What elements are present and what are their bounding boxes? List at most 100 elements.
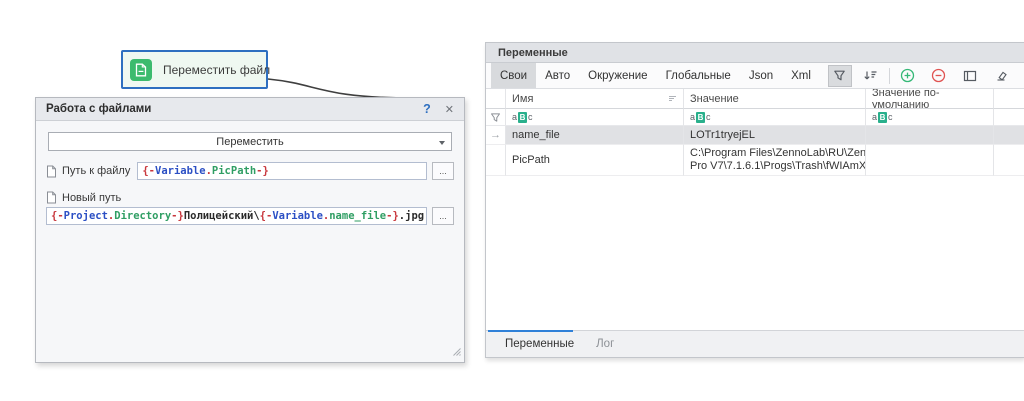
variable-row-PicPath[interactable]: PicPathC:\Program Files\ZennoLab\RU\Zenn… [486, 145, 1024, 176]
grid-header: Имя Значение Значение по-умолчанию [486, 89, 1024, 109]
path-segment: name_file [329, 210, 386, 222]
sort-button[interactable] [859, 65, 883, 87]
tab-xml[interactable]: Xml [782, 63, 820, 88]
value-filter-input[interactable]: aBc [684, 109, 866, 126]
bottom-tabs: ПеременныеЛог [494, 331, 625, 357]
row-filler [994, 126, 1024, 145]
text-filter-icon: aBc [872, 112, 893, 123]
help-button[interactable]: ? [423, 102, 431, 116]
path-segment: PicPath [212, 165, 256, 177]
column-header-name-label: Имя [512, 93, 533, 105]
tab-json[interactable]: Json [740, 63, 782, 88]
column-header-default[interactable]: Значение по-умолчанию [866, 89, 994, 109]
variable-row-name_file[interactable]: → name_file LOTr1tryejEL [486, 126, 1024, 145]
filter-button[interactable] [828, 65, 852, 87]
tab-avto[interactable]: Авто [536, 63, 579, 88]
dest-path-label-row: Новый путь [46, 191, 454, 204]
current-row-arrow-icon: → [490, 130, 501, 141]
screen: Переместить файл Работа с файлами ? ✕ Пе… [0, 0, 1024, 401]
name-filter-input[interactable]: aBc [506, 109, 684, 126]
value-line: C:\Program Files\ZennoLab\RU\ZennoPoster [690, 147, 866, 160]
variable-default-cell[interactable] [866, 145, 994, 176]
source-path-row: Путь к файлу {-Variable.PicPath-} ... [46, 162, 454, 180]
path-segment: -} [386, 210, 399, 222]
column-header-value[interactable]: Значение [684, 89, 866, 109]
path-segment: Directory [114, 210, 171, 222]
bottom-tab-log[interactable]: Лог [585, 331, 625, 357]
filter-row: aBc aBc aBc [486, 109, 1024, 126]
file-operations-dialog: Работа с файлами ? ✕ Переместить Путь к … [35, 97, 465, 363]
dialog-header[interactable]: Работа с файлами ? ✕ [36, 98, 464, 121]
resize-grip[interactable] [451, 346, 461, 359]
toolbar-separator [889, 68, 890, 84]
file-document-icon [130, 59, 152, 81]
value-line: Pro V7\7.1.6.1\Progs\Trash\fWIAmX-IUM8.j… [690, 160, 866, 173]
dest-path-label: Новый путь [62, 192, 121, 204]
dest-path-row: {-Project.Directory-}Полицейский\{-Varia… [46, 207, 454, 225]
action-dropdown[interactable]: Переместить [48, 132, 452, 151]
column-header-filler [994, 89, 1024, 109]
flow-node-label: Переместить файл [163, 63, 270, 77]
text-filter-icon: aBc [512, 112, 533, 123]
active-tab-indicator [488, 330, 573, 332]
close-button[interactable]: ✕ [445, 103, 454, 116]
dialog-body: Переместить Путь к файлу {-Variable.PicP… [36, 132, 464, 225]
path-segment: -} [256, 165, 269, 177]
path-segment: Variable [272, 210, 323, 222]
path-segment: -} [171, 210, 184, 222]
variable-value-cell[interactable]: LOTr1tryejEL [684, 126, 866, 145]
dest-path-input[interactable]: {-Project.Directory-}Полицейский\{-Varia… [46, 207, 427, 225]
path-segment: {- [260, 210, 273, 222]
plus-circle-icon [900, 68, 915, 83]
row-indicator-cell: → [486, 126, 506, 145]
variables-grid: Имя Значение Значение по-умолчанию aBc a… [486, 89, 1024, 330]
variable-name-cell[interactable]: PicPath [506, 145, 684, 176]
browse-dest-button[interactable]: ... [432, 207, 454, 225]
column-header-name[interactable]: Имя [506, 89, 684, 109]
action-dropdown-value: Переместить [49, 136, 451, 148]
path-segment: {- [51, 210, 64, 222]
path-segment: Project [64, 210, 108, 222]
tab-svoi[interactable]: Свои [491, 63, 536, 88]
chevron-down-icon [439, 141, 445, 145]
variables-panel: Переменные СвоиАвтоОкружениеГлобальныеJs… [485, 42, 1024, 358]
variable-default-cell[interactable] [866, 126, 994, 145]
sort-icon [863, 69, 878, 82]
row-filler [994, 145, 1024, 176]
path-segment: Полицейский\ [184, 210, 260, 222]
variables-panel-title: Переменные [486, 43, 1024, 63]
remove-variable-button[interactable] [927, 65, 951, 87]
bottom-tab-strip: ПеременныеЛог [486, 330, 1024, 357]
bottom-tab-variables[interactable]: Переменные [494, 331, 585, 357]
browse-source-button[interactable]: ... [432, 162, 454, 180]
clear-button[interactable] [989, 65, 1013, 87]
path-segment: {- [142, 165, 155, 177]
path-segment: .jpg [399, 210, 424, 222]
filter-funnel-icon [486, 109, 506, 126]
file-icon [46, 165, 57, 178]
filter-filler [994, 109, 1024, 126]
add-variable-button[interactable] [896, 65, 920, 87]
source-path-input[interactable]: {-Variable.PicPath-} [137, 162, 427, 180]
variables-toolbar [828, 63, 1013, 88]
tab-globalnye[interactable]: Глобальные [657, 63, 740, 88]
tab-okruzhenie[interactable]: Окружение [579, 63, 656, 88]
variable-value-cell[interactable]: C:\Program Files\ZennoLab\RU\ZennoPoster… [684, 145, 866, 176]
columns-button[interactable] [958, 65, 982, 87]
eraser-icon [994, 69, 1008, 82]
path-segment: Variable [155, 165, 206, 177]
flow-node-move-file[interactable]: Переместить файл [121, 50, 268, 89]
row-indicator-column-header [486, 89, 506, 109]
columns-icon [963, 70, 977, 82]
text-filter-icon: aBc [690, 112, 711, 123]
source-path-label: Путь к файлу [62, 165, 130, 177]
funnel-icon [833, 69, 846, 82]
dialog-title: Работа с файлами [46, 103, 423, 115]
default-filter-input[interactable]: aBc [866, 109, 994, 126]
sort-mini-icon [668, 95, 677, 102]
file-icon [46, 191, 57, 204]
minus-circle-icon [931, 68, 946, 83]
variable-name-cell[interactable]: name_file [506, 126, 684, 145]
variables-tabs-row: СвоиАвтоОкружениеГлобальныеJsonXml [486, 63, 1024, 89]
value-line: LOTr1tryejEL [690, 129, 755, 142]
